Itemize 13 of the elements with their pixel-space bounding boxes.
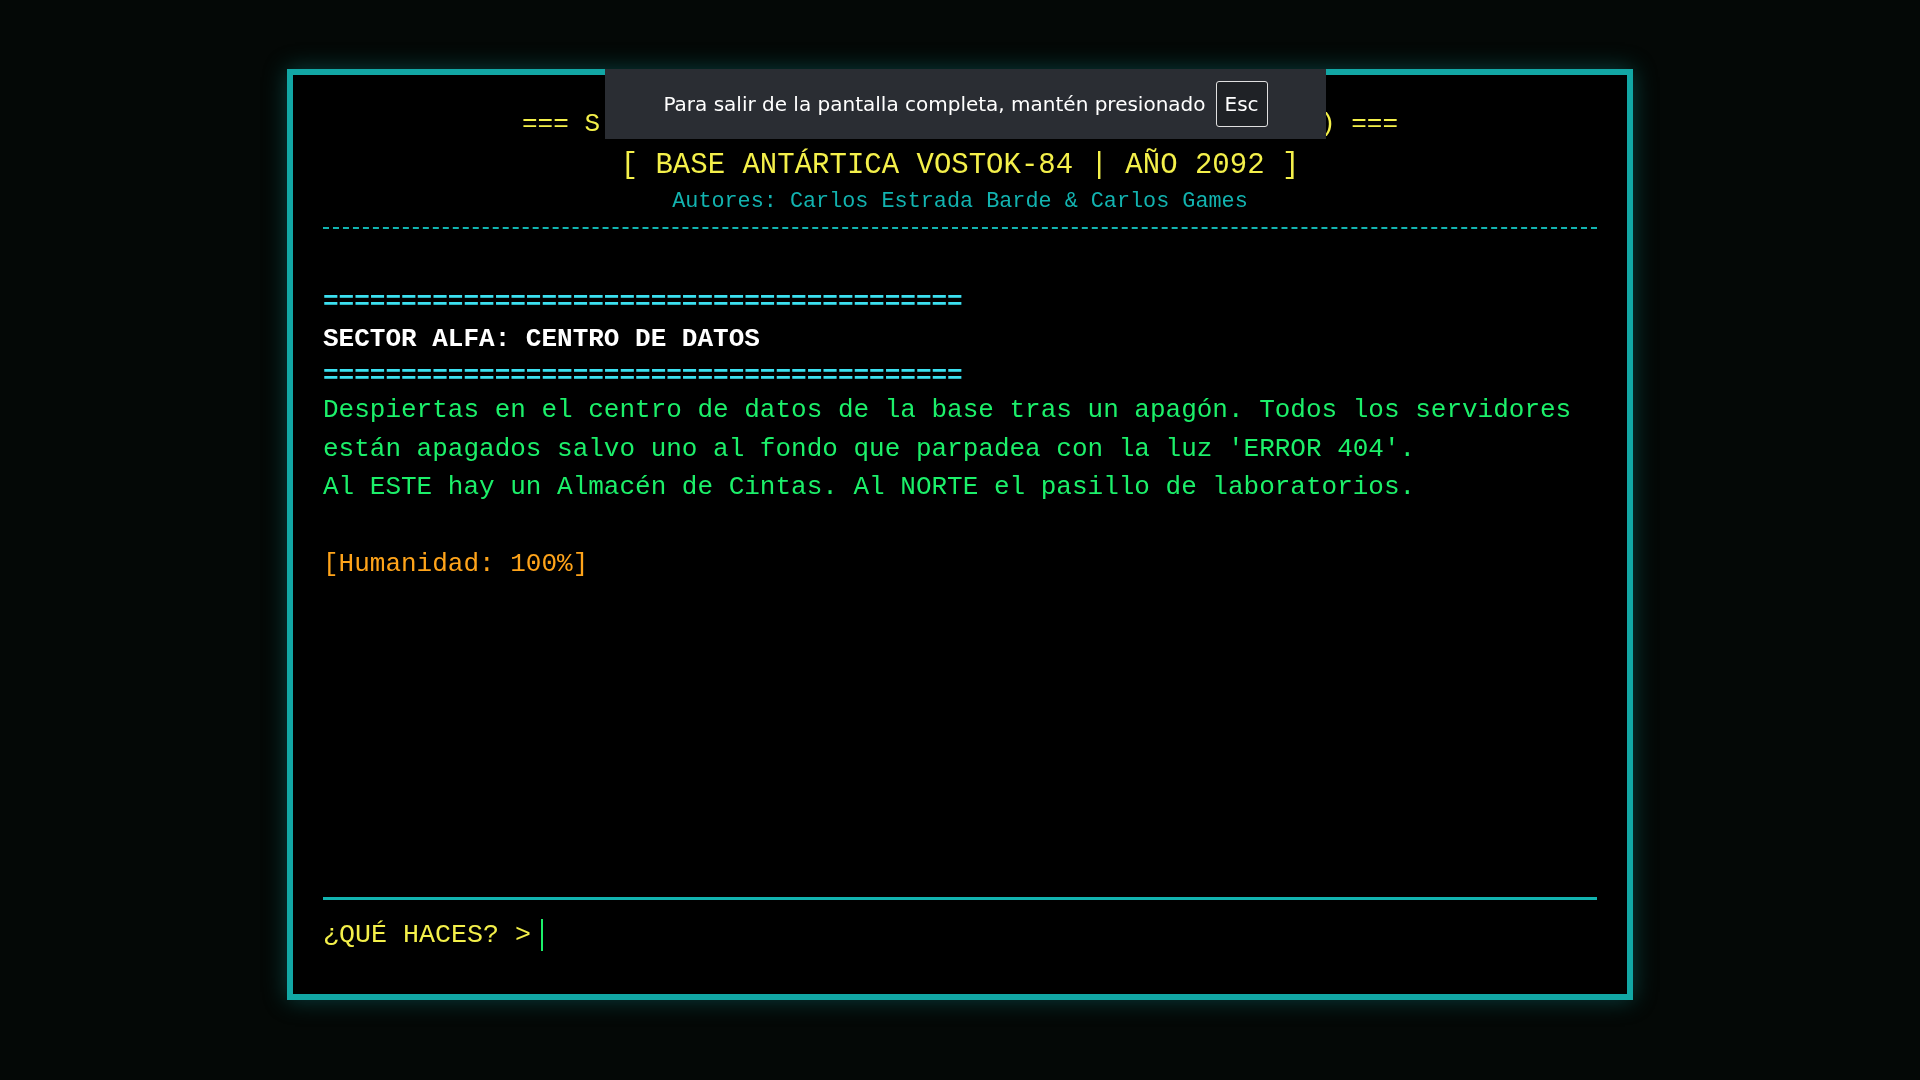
game-title: === S	[522, 108, 600, 141]
game-subtitle: [ BASE ANTÁRTICA VOSTOK-84 | AÑO 2092 ]	[619, 147, 1301, 184]
room-description: Despiertas en el centro de datos de la base tras un apagón. Todos los servidores están apagados salvo uno al fondo que parpadea con la luz 'ERROR 404'.	[323, 394, 1573, 466]
separator-text: =========================================	[323, 287, 964, 317]
fullscreen-message: Para salir de la pantalla completa, mantén presionado	[663, 92, 1206, 116]
text-cursor	[540, 919, 543, 951]
key-hint: Esc	[1215, 81, 1268, 127]
command-prompt: ¿QUÉ HACES? >	[323, 920, 531, 950]
room-description: Al ESTE hay un Almacén de Cintas. Al NORTE el pasillo de laboratorios.	[323, 471, 1417, 505]
room-name: SECTOR ALFA: CENTRO DE DATOS	[323, 323, 761, 356]
authors-credit: Autores: Carlos Estrada Barde & Carlos Games	[671, 188, 1249, 216]
humanity-status: [Humanidad: 100%]	[323, 548, 590, 582]
separator-text: =========================================	[323, 361, 964, 391]
